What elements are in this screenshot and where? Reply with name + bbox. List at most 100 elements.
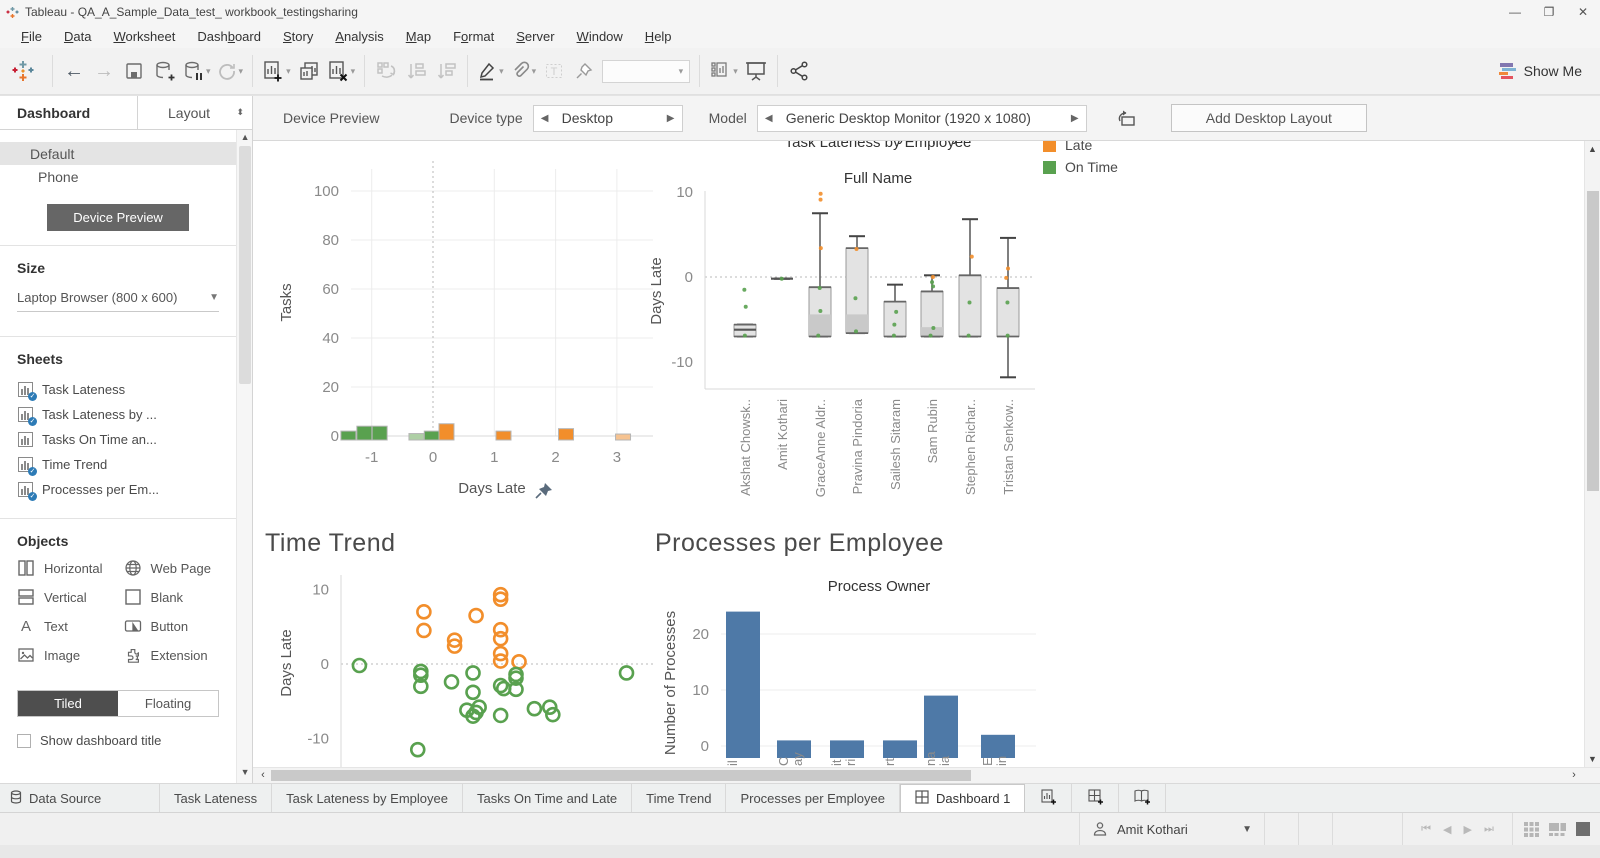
object-image[interactable]: Image <box>17 646 124 664</box>
menu-analysis[interactable]: Analysis <box>324 26 394 47</box>
object-button[interactable]: Button <box>124 617 231 635</box>
canvas-vertical-scrollbar[interactable]: ▲ ▼ <box>1584 141 1600 767</box>
minimize-button[interactable]: — <box>1498 0 1532 24</box>
single-view-icon[interactable] <box>1576 822 1590 836</box>
sort-ascending-icon[interactable] <box>401 54 431 88</box>
object-vertical[interactable]: Vertical <box>17 588 124 606</box>
filmstrip-view-icon[interactable] <box>1549 822 1566 837</box>
fit-selector-icon[interactable]: ▾ <box>706 54 741 88</box>
tab-task-lateness-by-employee[interactable]: Task Lateness by Employee <box>272 784 463 812</box>
share-icon[interactable] <box>784 54 814 88</box>
v-scroll-thumb[interactable] <box>1587 191 1599 491</box>
menu-dashboard[interactable]: Dashboard <box>186 26 272 47</box>
next-record-icon[interactable]: ▶ <box>1464 823 1472 836</box>
pause-updates-icon[interactable]: ▾ <box>179 54 214 88</box>
show-mark-labels-icon[interactable]: T <box>539 54 569 88</box>
group-members-icon[interactable]: ▾ <box>507 54 540 88</box>
scroll-down-icon[interactable]: ▼ <box>237 767 253 781</box>
object-horizontal[interactable]: Horizontal <box>17 559 124 577</box>
tiled-button[interactable]: Tiled <box>18 691 118 716</box>
tab-layout[interactable]: Layout ⬍ <box>138 96 252 129</box>
last-record-icon[interactable]: ⏭ <box>1484 823 1494 836</box>
device-preview-button[interactable]: Device Preview <box>47 204 189 231</box>
menu-file[interactable]: File <box>10 26 53 47</box>
device-layout-phone[interactable]: Phone <box>0 165 236 188</box>
sheet-item[interactable]: ✓ Task Lateness by ... <box>0 402 236 427</box>
tasks-on-time-and-late-chart[interactable]: 0 20 40 60 80 100 -1 0 1 2 3 Days Late Tasks <box>261 141 661 521</box>
object-blank[interactable]: Blank <box>124 588 231 606</box>
size-dropdown[interactable]: Laptop Browser (800 x 600) ▼ <box>17 290 219 312</box>
h-scroll-thumb[interactable] <box>271 770 971 781</box>
show-dashboard-title-checkbox[interactable] <box>17 734 31 748</box>
scroll-up-icon[interactable]: ▲ <box>237 132 253 146</box>
add-data-source-icon[interactable] <box>149 54 179 88</box>
sidebar-scrollbar[interactable]: ▲ ▼ <box>236 130 252 783</box>
object-extension[interactable]: Extension <box>124 646 231 664</box>
sidebar-scroll-thumb[interactable] <box>239 146 251 384</box>
menu-server[interactable]: Server <box>505 26 565 47</box>
undo-button[interactable]: ← <box>59 54 89 88</box>
fix-axes-icon[interactable] <box>569 54 599 88</box>
save-icon[interactable] <box>119 54 149 88</box>
sheet-item[interactable]: ✓ Processes per Em... <box>0 477 236 502</box>
menu-worksheet[interactable]: Worksheet <box>102 26 186 47</box>
spinner-right-icon[interactable]: ▶ <box>1064 113 1086 124</box>
menu-window[interactable]: Window <box>566 26 634 47</box>
swap-rows-columns-icon[interactable] <box>371 54 401 88</box>
sheet-item[interactable]: ✓ Time Trend <box>0 452 236 477</box>
device-type-spinner[interactable]: ◀ Desktop ▶ <box>533 105 683 132</box>
scroll-right-icon[interactable]: › <box>1566 768 1582 783</box>
close-button[interactable]: ✕ <box>1566 0 1600 24</box>
menu-data[interactable]: Data <box>53 26 102 47</box>
presentation-mode-icon[interactable] <box>741 54 771 88</box>
tableau-home-button[interactable] <box>0 54 46 88</box>
first-record-icon[interactable]: ⏮ <box>1421 823 1431 836</box>
sort-descending-icon[interactable] <box>431 54 461 88</box>
rotate-layout-icon[interactable] <box>1113 107 1139 129</box>
tab-time-trend[interactable]: Time Trend <box>632 784 726 812</box>
spinner-right-icon[interactable]: ▶ <box>660 113 682 124</box>
model-spinner[interactable]: ◀ Generic Desktop Monitor (1920 x 1080) … <box>757 105 1087 132</box>
tab-dashboard-1[interactable]: Dashboard 1 <box>900 784 1025 812</box>
refresh-icon[interactable]: ▾ <box>214 54 247 88</box>
scroll-left-icon[interactable]: ‹ <box>255 768 271 783</box>
spinner-left-icon[interactable]: ◀ <box>534 113 556 124</box>
redo-button[interactable]: → <box>89 54 119 88</box>
new-worksheet-button[interactable] <box>1025 784 1072 812</box>
object-text[interactable]: A Text <box>17 617 124 635</box>
new-worksheet-icon[interactable]: ▾ <box>259 54 294 88</box>
menu-format[interactable]: Format <box>442 26 505 47</box>
tab-data-source[interactable]: Data Source <box>0 784 160 812</box>
menu-story[interactable]: Story <box>272 26 324 47</box>
scroll-up-icon[interactable]: ▲ <box>1585 144 1600 154</box>
spinner-left-icon[interactable]: ◀ <box>758 113 780 124</box>
device-preview-bar: Device Preview Device type ◀ Desktop ▶ M… <box>253 96 1600 141</box>
scroll-down-icon[interactable]: ▼ <box>1585 754 1600 764</box>
sheet-item[interactable]: Tasks On Time an... <box>0 427 236 452</box>
tab-tasks-on-time-and-late[interactable]: Tasks On Time and Late <box>463 784 632 812</box>
processes-per-employee-chart[interactable]: Process Owner 0 10 20 il Cay it ri rt na ia Ein Numb… <box>651 563 1071 767</box>
previous-record-icon[interactable]: ◀ <box>1443 823 1451 836</box>
new-story-button[interactable] <box>1119 784 1166 812</box>
highlight-icon[interactable]: ▾ <box>474 54 507 88</box>
tab-task-lateness[interactable]: Task Lateness <box>160 784 272 812</box>
show-me-button[interactable]: Show Me <box>1497 62 1582 80</box>
add-desktop-layout-button[interactable]: Add Desktop Layout <box>1171 104 1367 132</box>
duplicate-sheet-icon[interactable] <box>294 54 324 88</box>
tab-processes-per-employee[interactable]: Processes per Employee <box>726 784 900 812</box>
object-web-page[interactable]: Web Page <box>124 559 231 577</box>
user-menu[interactable]: Amit Kothari ▼ <box>1079 813 1264 845</box>
new-dashboard-button[interactable] <box>1072 784 1119 812</box>
device-layout-default[interactable]: Default <box>0 142 236 165</box>
sheet-item[interactable]: ✓ Task Lateness <box>0 377 236 402</box>
canvas-horizontal-scrollbar[interactable]: ‹ › <box>253 767 1600 783</box>
menu-map[interactable]: Map <box>395 26 442 47</box>
floating-button[interactable]: Floating <box>118 691 218 716</box>
menu-help[interactable]: Help <box>634 26 683 47</box>
time-trend-chart[interactable]: 10 0 -10 Days Late <box>261 563 661 767</box>
format-dropdown[interactable]: ▾ <box>599 54 693 88</box>
tab-dashboard[interactable]: Dashboard <box>0 96 138 129</box>
maximize-button[interactable]: ❐ <box>1532 0 1566 24</box>
grid-view-icon[interactable] <box>1524 822 1539 837</box>
clear-sheet-icon[interactable]: ▾ <box>324 54 359 88</box>
